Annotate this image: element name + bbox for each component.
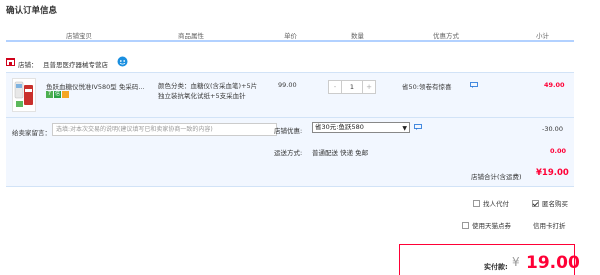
shop-total-value: ¥19.00 [536, 168, 569, 178]
total-payment-amount: 19.00 [526, 253, 580, 273]
shipping-label: 运送方式: [274, 149, 303, 157]
column-header-item: 店铺宝贝 [66, 32, 92, 40]
tmall-points-option[interactable]: 使用天猫点券 [462, 220, 511, 230]
page-title: 确认订单信息 [6, 6, 58, 16]
order-options: 给卖家留言： 选填:对本次交易的说明(建议填写已和卖家协商一致的内容) 店铺优惠… [6, 118, 574, 187]
anonymous-purchase-checkbox[interactable] [532, 199, 539, 207]
shop-promo-info-icon[interactable] [414, 124, 422, 130]
quantity-increase-button[interactable]: + [363, 81, 375, 93]
item-subtotal: 49.00 [544, 81, 565, 89]
seller-message-label: 给卖家留言： [12, 129, 51, 137]
total-currency-symbol: ¥ [512, 255, 520, 269]
shop-promo-label: 店铺优惠: [274, 127, 303, 135]
shop-promo-selected: 省30元:鱼跃580 [315, 123, 364, 131]
quantity-input[interactable]: 1 [341, 81, 363, 93]
product-image-icon [14, 81, 33, 107]
quantity-decrease-button[interactable]: - [329, 81, 341, 93]
total-payment-label: 实付款: [484, 263, 508, 271]
column-header-row: 店铺宝贝 商品属性 单价 数量 优惠方式 小计 [6, 28, 574, 42]
seven-day-return-icon[interactable]: 7 [46, 91, 53, 98]
product-thumbnail[interactable] [12, 78, 36, 112]
column-header-price: 单价 [284, 32, 297, 40]
shop-promo-select[interactable]: 省30元:鱼跃580 ▼ [312, 122, 410, 133]
credit-card-discount-label[interactable]: 信用卡打折 [533, 220, 566, 230]
shipping-method: 普通配送 快递 免邮 [312, 149, 369, 157]
column-header-attributes: 商品属性 [178, 32, 204, 40]
product-attributes: 颜色分类：血糖仪(含采血笔)+5片独立装抗氧化试纸+5支采血针 [158, 82, 258, 100]
total-payment-box: 实付款: ¥ 19.00 [399, 244, 580, 275]
anonymous-purchase-option[interactable]: 匿名购买 [532, 198, 568, 208]
proxy-pay-option[interactable]: 找人代付 [473, 198, 509, 208]
anonymous-purchase-label: 匿名购买 [542, 200, 568, 208]
service-badges: 7 信 [46, 91, 69, 99]
proxy-pay-checkbox[interactable] [473, 199, 480, 207]
shop-name-link[interactable]: 且普思医疗器械专营店 [43, 59, 108, 69]
column-header-quantity: 数量 [351, 32, 364, 40]
tmall-points-label: 使用天猫点券 [472, 222, 511, 230]
column-header-promotion: 优惠方式 [433, 32, 459, 40]
shop-row: 店铺： 且普思医疗器械专营店 [6, 52, 574, 70]
credit-badge-icon[interactable]: 信 [54, 91, 61, 98]
product-title-link[interactable]: 鱼跃血糖仪悦准IV580型 免采码... [46, 81, 146, 91]
card-badge-icon[interactable] [62, 91, 69, 98]
shop-promo-discount: -30.00 [542, 125, 563, 133]
shipping-cost: 0.00 [550, 147, 567, 155]
unit-price: 99.00 [278, 81, 297, 89]
tmall-points-checkbox[interactable] [462, 221, 469, 229]
chevron-down-icon: ▼ [402, 125, 407, 132]
item-promotion: 省50:领卷有惊喜 [402, 83, 452, 91]
seller-message-input[interactable]: 选填:对本次交易的说明(建议填写已和卖家协商一致的内容) [52, 123, 277, 136]
shop-total-label: 店铺合计(含运费) [471, 173, 522, 181]
column-header-subtotal: 小计 [536, 32, 549, 40]
wangwang-chat-icon[interactable] [117, 56, 128, 67]
proxy-pay-label: 找人代付 [483, 200, 509, 208]
order-item-row: 鱼跃血糖仪悦准IV580型 免采码... 7 信 颜色分类：血糖仪(含采血笔)+… [6, 72, 574, 118]
promo-info-icon[interactable] [470, 82, 478, 88]
quantity-stepper: - 1 + [328, 80, 376, 94]
shop-icon [6, 58, 15, 66]
shop-label: 店铺： [18, 61, 38, 69]
